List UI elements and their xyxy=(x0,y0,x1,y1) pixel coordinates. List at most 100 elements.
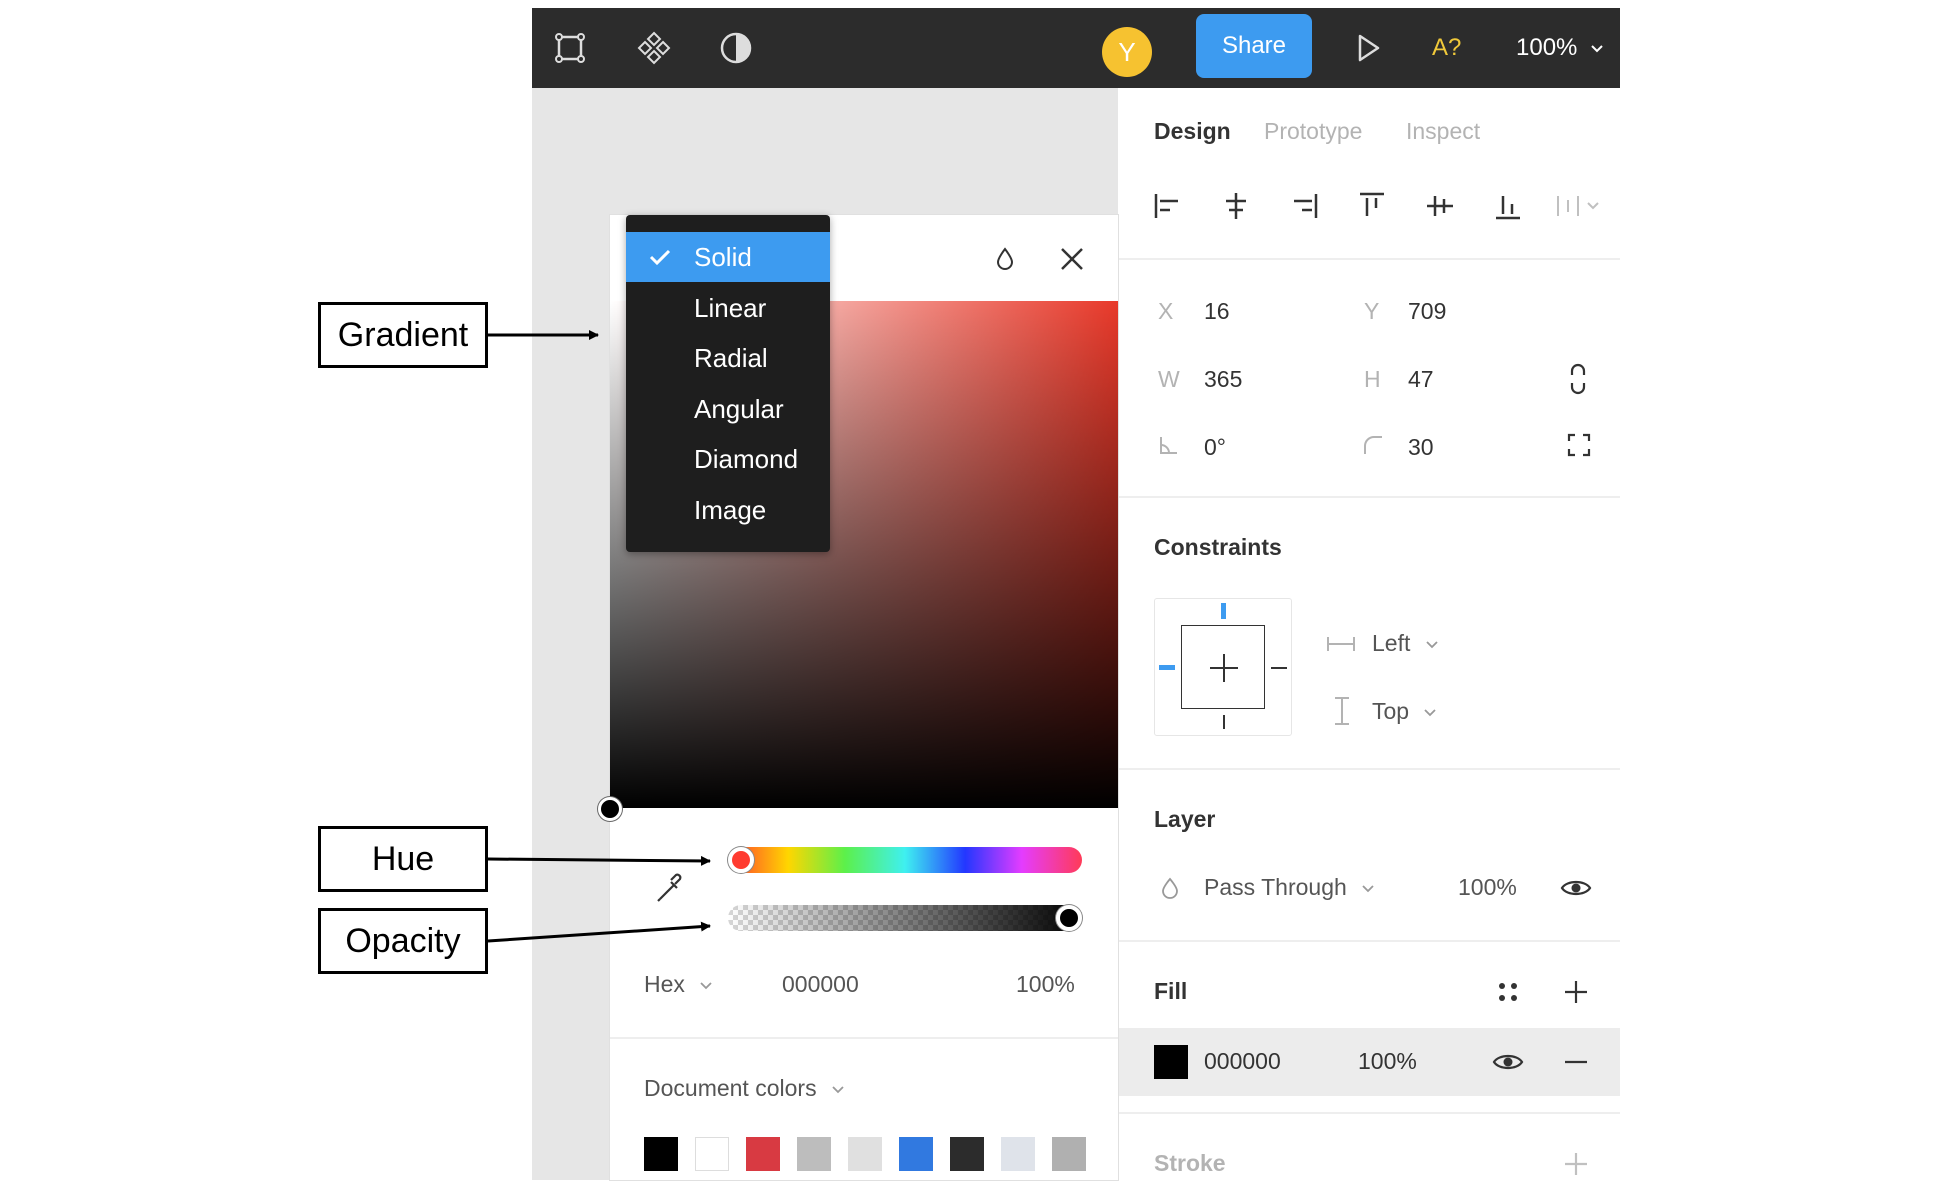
divider xyxy=(1118,258,1620,260)
fill-hex-input[interactable]: 000000 xyxy=(1204,1048,1281,1075)
picker-hex-input[interactable]: 000000 xyxy=(782,971,859,998)
divider xyxy=(1118,1112,1620,1114)
fill-type-option-solid[interactable]: Solid xyxy=(626,232,830,282)
divider xyxy=(610,1037,1118,1039)
document-color-swatch[interactable] xyxy=(797,1137,831,1171)
document-color-swatch[interactable] xyxy=(950,1137,984,1171)
frame-icon[interactable] xyxy=(552,30,588,66)
component-icon[interactable] xyxy=(636,30,672,66)
bottom-constraint-handle[interactable] xyxy=(1223,715,1225,729)
fill-type-option-angular[interactable]: Angular xyxy=(626,384,830,434)
blend-mode-icon[interactable] xyxy=(994,245,1016,273)
tab-prototype[interactable]: Prototype xyxy=(1264,118,1362,145)
h-input[interactable]: 47 xyxy=(1408,366,1434,393)
align-h-center-icon[interactable] xyxy=(1220,190,1252,222)
align-v-center-icon[interactable] xyxy=(1424,190,1456,222)
blend-mode-icon xyxy=(1162,877,1178,899)
zoom-value: 100% xyxy=(1516,34,1578,61)
align-top-icon[interactable] xyxy=(1356,190,1388,222)
rotation-input[interactable]: 0° xyxy=(1204,434,1226,461)
hue-slider[interactable] xyxy=(728,847,1082,873)
fill-type-option-linear[interactable]: Linear xyxy=(626,283,830,333)
tab-inspect[interactable]: Inspect xyxy=(1406,118,1480,145)
y-input[interactable]: 709 xyxy=(1408,298,1446,325)
document-color-swatch[interactable] xyxy=(848,1137,882,1171)
fill-type-label: Angular xyxy=(694,394,784,424)
play-icon[interactable] xyxy=(1350,30,1386,66)
checkmark-icon xyxy=(649,249,671,266)
distribute-icon[interactable] xyxy=(1554,190,1606,222)
document-colors-select[interactable]: Document colors xyxy=(644,1075,845,1102)
fill-opacity-input[interactable]: 100% xyxy=(1358,1048,1417,1075)
hue-slider-knob[interactable] xyxy=(728,847,754,873)
style-grid-icon[interactable] xyxy=(1496,980,1520,1004)
zoom-dropdown[interactable]: 100% xyxy=(1516,30,1604,66)
opacity-slider-knob[interactable] xyxy=(1056,905,1082,931)
constrain-proportions-icon[interactable] xyxy=(1566,362,1590,396)
horizontal-constraint-select[interactable]: Left xyxy=(1372,630,1439,657)
close-icon[interactable] xyxy=(1058,245,1086,273)
remove-fill-icon[interactable] xyxy=(1562,1048,1590,1076)
add-fill-icon[interactable] xyxy=(1562,978,1590,1006)
annotation-hue: Hue xyxy=(318,826,488,892)
eye-icon[interactable] xyxy=(1560,876,1592,900)
color-mode-select[interactable]: Hex xyxy=(644,971,713,998)
align-bottom-icon[interactable] xyxy=(1492,190,1524,222)
color-mode-value: Hex xyxy=(644,971,685,997)
chevron-down-icon xyxy=(700,982,712,990)
layer-title: Layer xyxy=(1154,806,1216,832)
chevron-down-icon xyxy=(1426,641,1438,649)
fill-type-label: Linear xyxy=(694,293,767,323)
rotation-icon xyxy=(1160,437,1177,454)
fill-row[interactable]: 000000 100% xyxy=(1118,1028,1620,1096)
user-avatar[interactable]: Y xyxy=(1102,27,1152,77)
document-color-swatch[interactable] xyxy=(899,1137,933,1171)
document-color-swatch[interactable] xyxy=(1001,1137,1035,1171)
contrast-icon[interactable] xyxy=(718,30,754,66)
vertical-constraint-icon xyxy=(1335,697,1349,725)
fill-type-label: Image xyxy=(694,495,767,525)
fill-type-option-radial[interactable]: Radial xyxy=(626,333,830,383)
document-colors-swatches xyxy=(644,1137,1104,1171)
h-label: H xyxy=(1364,366,1381,392)
x-input[interactable]: 16 xyxy=(1204,298,1230,325)
eye-icon[interactable] xyxy=(1492,1050,1524,1074)
eyedropper-icon[interactable] xyxy=(654,871,688,905)
document-color-swatch[interactable] xyxy=(746,1137,780,1171)
fill-title: Fill xyxy=(1154,978,1188,1004)
right-constraint-handle[interactable] xyxy=(1271,667,1287,669)
top-constraint-handle[interactable] xyxy=(1221,603,1226,619)
picker-opacity-input[interactable]: 100% xyxy=(1016,971,1075,998)
document-color-swatch[interactable] xyxy=(1052,1137,1086,1171)
opacity-slider[interactable] xyxy=(728,905,1082,931)
annotation-opacity: Opacity xyxy=(318,908,488,974)
w-input[interactable]: 365 xyxy=(1204,366,1242,393)
chevron-down-icon xyxy=(832,1086,844,1094)
independent-corners-icon[interactable] xyxy=(1566,432,1592,458)
vertical-constraint-select[interactable]: Top xyxy=(1372,698,1437,725)
document-color-swatch[interactable] xyxy=(695,1137,729,1171)
add-stroke-icon[interactable] xyxy=(1562,1150,1590,1178)
layer-opacity-input[interactable]: 100% xyxy=(1458,874,1517,901)
annotation-gradient: Gradient xyxy=(318,302,488,368)
x-label: X xyxy=(1158,298,1174,324)
tab-design[interactable]: Design xyxy=(1154,118,1231,145)
left-constraint-handle[interactable] xyxy=(1159,665,1175,670)
constraints-widget[interactable] xyxy=(1154,598,1292,736)
fill-swatch[interactable] xyxy=(1154,1045,1188,1079)
fill-type-option-diamond[interactable]: Diamond xyxy=(626,434,830,484)
fill-type-dropdown: Solid Linear Radial Angular Diamond Imag… xyxy=(626,215,830,552)
align-left-icon[interactable] xyxy=(1152,190,1184,222)
plus-icon xyxy=(1210,654,1238,682)
accessibility-button[interactable]: A? xyxy=(1432,30,1461,66)
align-right-icon[interactable] xyxy=(1288,190,1320,222)
color-selector-knob[interactable] xyxy=(598,797,622,821)
horizontal-constraint-icon xyxy=(1327,637,1355,651)
document-color-swatch[interactable] xyxy=(644,1137,678,1171)
fill-type-option-image[interactable]: Image xyxy=(626,485,830,535)
y-label: Y xyxy=(1364,298,1380,324)
share-button[interactable]: Share xyxy=(1196,14,1312,78)
blend-mode-select[interactable]: Pass Through xyxy=(1204,874,1375,901)
chevron-down-icon xyxy=(1362,885,1374,893)
corner-radius-input[interactable]: 30 xyxy=(1408,434,1434,461)
